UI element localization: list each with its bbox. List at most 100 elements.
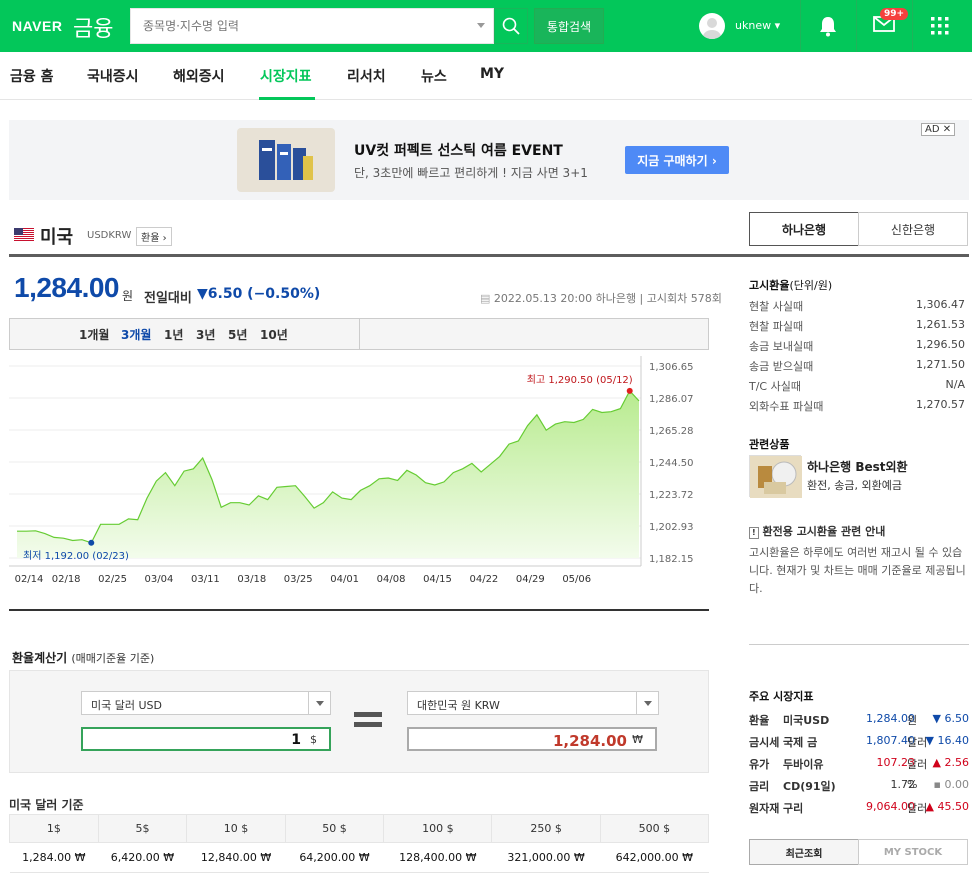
y-tick-label: 1,286.07 bbox=[649, 394, 694, 405]
market-cat: 금리 bbox=[749, 780, 770, 793]
notice-rate-title-main: 고시환율 bbox=[749, 279, 790, 292]
period-3m[interactable]: 3개월 bbox=[121, 326, 151, 343]
market-change: ▪ 0.00 bbox=[933, 778, 969, 791]
market-unit: % bbox=[907, 778, 918, 791]
price-meta-text: 2022.05.13 20:00 하나은행 | 고시회차 578회 bbox=[493, 292, 722, 305]
calendar-icon: ▤ bbox=[480, 292, 491, 305]
period-3y[interactable]: 3년 bbox=[196, 326, 215, 343]
amount-table-title: 미국 달러 기준 bbox=[9, 798, 84, 812]
tab-hana-bank[interactable]: 하나은행 bbox=[749, 212, 859, 246]
exchange-rate-chart[interactable]: 1,306.65 1,286.07 1,265.28 1,244.50 1,223.72… bbox=[9, 356, 709, 588]
notice-title-text: 환전용 고시환율 관련 안내 bbox=[762, 525, 886, 538]
nav-research[interactable]: 리서치 bbox=[347, 66, 386, 86]
nav-overseas[interactable]: 해외증시 bbox=[173, 66, 225, 86]
from-amount-input[interactable]: 1 $ bbox=[81, 727, 331, 751]
to-currency-select[interactable]: 대한민국 원 KRW bbox=[407, 691, 659, 715]
amount-header-cell: 250 $ bbox=[491, 814, 601, 843]
rate-label: 외화수표 파실때 bbox=[749, 400, 824, 413]
rate-row: T/C 사실때 N/A bbox=[749, 378, 967, 394]
amount-value-cell: 321,000.00 ₩ bbox=[491, 842, 601, 873]
notice-rate-title: 고시환율(단위/원) bbox=[749, 277, 832, 293]
amount-header-cell: 1$ bbox=[9, 814, 99, 843]
ad-product-image[interactable] bbox=[237, 128, 335, 192]
avatar[interactable] bbox=[699, 13, 725, 39]
nav-finance-home[interactable]: 금융 홈 bbox=[10, 66, 54, 86]
period-5y[interactable]: 5년 bbox=[228, 326, 247, 343]
max-point-marker bbox=[626, 387, 633, 394]
y-tick-label: 1,202.93 bbox=[649, 522, 694, 533]
bell-icon[interactable] bbox=[818, 15, 838, 37]
chevron-down-icon[interactable] bbox=[477, 23, 485, 28]
min-label: 최저 1,192.00 (02/23) bbox=[23, 550, 129, 562]
fx-tag-link[interactable]: 환율 › bbox=[136, 227, 172, 246]
market-row[interactable]: 금시세 국제 금 1,807.40 달러 ▼ 16.40 bbox=[749, 734, 971, 754]
chevron-down-icon[interactable] bbox=[308, 692, 330, 714]
amount-value-cell: 12,840.00 ₩ bbox=[186, 842, 286, 873]
y-tick-label: 1,244.50 bbox=[649, 458, 694, 469]
ad-buy-button[interactable]: 지금 구매하기 › bbox=[625, 146, 729, 174]
related-product-desc[interactable]: 환전, 송금, 외환예금 bbox=[807, 477, 902, 493]
rate-label: 현찰 사실때 bbox=[749, 300, 804, 313]
related-product-name[interactable]: 하나은행 Best외환 bbox=[807, 458, 908, 475]
rate-value: N/A bbox=[945, 378, 965, 391]
change-value: ▼6.50 (−0.50%) bbox=[197, 286, 321, 302]
market-row[interactable]: 유가 두바이유 107.23 달러 ▲ 2.56 bbox=[749, 756, 971, 776]
market-row[interactable]: 환율 미국USD 1,284.00 원 ▼ 6.50 bbox=[749, 712, 971, 732]
period-10y[interactable]: 10년 bbox=[260, 326, 288, 343]
search-box[interactable] bbox=[130, 8, 494, 44]
x-tick-label: 02/18 bbox=[52, 574, 81, 585]
ad-subtitle[interactable]: 단, 3초만에 빠르고 편리하게 ! 지금 사면 3+1 bbox=[354, 164, 588, 181]
finance-logo[interactable]: 금융 bbox=[73, 11, 113, 43]
rate-value: 1,271.50 bbox=[916, 358, 965, 371]
search-button[interactable] bbox=[494, 8, 528, 44]
divider bbox=[359, 318, 360, 350]
to-currency-label: 대한민국 원 KRW bbox=[417, 699, 500, 712]
x-tick-label: 03/04 bbox=[145, 574, 174, 585]
market-change: ▲ 2.56 bbox=[932, 756, 969, 769]
period-1m[interactable]: 1개월 bbox=[79, 326, 109, 343]
price-unit: 원 bbox=[122, 289, 134, 303]
to-amount-output[interactable]: 1,284.00 ₩ bbox=[407, 727, 657, 751]
naver-logo[interactable]: NAVER bbox=[12, 18, 62, 34]
ad-close-badge[interactable]: AD ✕ bbox=[921, 123, 956, 136]
nav-news[interactable]: 뉴스 bbox=[421, 66, 447, 86]
x-tick-label: 04/01 bbox=[330, 574, 359, 585]
related-product-image[interactable] bbox=[749, 455, 802, 498]
mail-count-badge: 99+ bbox=[880, 8, 909, 20]
tab-my-stock[interactable]: MY STOCK bbox=[858, 839, 968, 865]
search-icon bbox=[502, 17, 520, 35]
market-change: ▲ 45.50 bbox=[925, 800, 969, 813]
x-tick-label: 05/06 bbox=[562, 574, 591, 585]
rate-value: 1,261.53 bbox=[916, 318, 965, 331]
x-tick-label: 03/11 bbox=[191, 574, 220, 585]
equals-icon bbox=[354, 712, 382, 717]
total-search-button[interactable]: 통합검색 bbox=[534, 8, 604, 44]
period-1y[interactable]: 1년 bbox=[164, 326, 183, 343]
chevron-down-icon[interactable] bbox=[636, 692, 658, 714]
market-row[interactable]: 금리 CD(91일) 1.72% ▪ 0.00 bbox=[749, 778, 971, 798]
nav-market-index[interactable]: 시장지표 bbox=[260, 66, 312, 86]
market-name: 미국USD bbox=[783, 714, 830, 727]
market-row[interactable]: 원자재 구리 9,064.00 달러 ▲ 45.50 bbox=[749, 800, 971, 820]
ad-title[interactable]: UV컷 퍼펙트 선스틱 여름 EVENT bbox=[354, 140, 563, 160]
market-unit: 원 bbox=[907, 714, 918, 727]
amount-value-cell: 1,284.00 ₩ bbox=[9, 842, 99, 873]
nav-domestic[interactable]: 국내증시 bbox=[87, 66, 139, 86]
amount-value-cell: 642,000.00 ₩ bbox=[600, 842, 709, 873]
equals-icon bbox=[354, 722, 382, 727]
market-unit: 달러 bbox=[907, 736, 928, 749]
rate-label: T/C 사실때 bbox=[749, 380, 801, 393]
search-input[interactable] bbox=[131, 9, 451, 43]
apps-grid-icon[interactable] bbox=[930, 16, 950, 36]
market-cat: 유가 bbox=[749, 758, 770, 771]
tab-shinhan-bank[interactable]: 신한은행 bbox=[858, 212, 968, 246]
username-menu[interactable]: uknew ▾ bbox=[735, 19, 780, 32]
ad-banner[interactable]: UV컷 퍼펙트 선스틱 여름 EVENT 단, 3초만에 빠르고 편리하게 ! … bbox=[9, 120, 969, 200]
rate-value: 1,270.57 bbox=[916, 398, 965, 411]
warning-icon: ! bbox=[749, 527, 759, 539]
amount-header-cell: 50 $ bbox=[284, 814, 385, 843]
rate-row: 현찰 파실때 1,261.53 bbox=[749, 318, 967, 334]
tab-recent-views[interactable]: 최근조회 bbox=[749, 839, 859, 865]
nav-my[interactable]: MY bbox=[480, 66, 504, 82]
from-currency-select[interactable]: 미국 달러 USD bbox=[81, 691, 331, 715]
